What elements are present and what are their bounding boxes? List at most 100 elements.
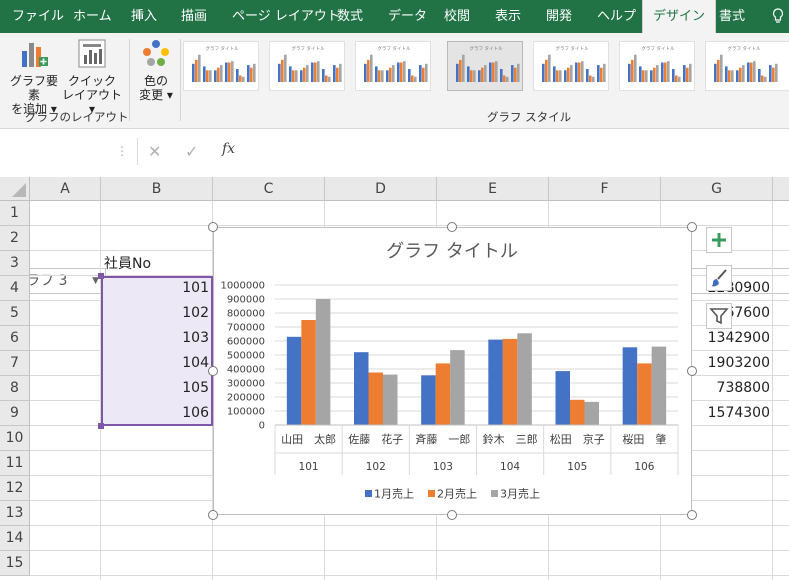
column-header-c[interactable]: C (213, 177, 325, 201)
tab-page-layout[interactable]: ページ レイアウト (232, 0, 340, 33)
chart-bar[interactable] (555, 371, 571, 425)
chart-bar[interactable] (368, 372, 384, 426)
change-colors-button[interactable]: 色の 変更 ▾ (136, 37, 176, 102)
thumb-bar (214, 70, 217, 82)
chart-style-thumbnail[interactable]: グラフ タイトル (183, 41, 259, 91)
chart-style-thumbnail[interactable]: グラフ タイトル (355, 41, 431, 91)
chart-bar[interactable] (584, 401, 600, 425)
column-header-b[interactable]: B (101, 177, 213, 201)
chart-style-thumbnail[interactable]: グラフ タイトル (533, 41, 609, 91)
chart-bar[interactable] (517, 333, 532, 425)
lightbulb-icon[interactable] (772, 8, 784, 24)
chart-bar[interactable] (435, 363, 451, 425)
thumb-bar (678, 76, 681, 82)
thumb-bar (292, 70, 295, 82)
chart-bar[interactable] (315, 299, 331, 425)
chart-bar[interactable] (354, 352, 369, 425)
cell-b6[interactable]: 103 (101, 326, 209, 350)
chart-style-thumbnail[interactable]: グラフ タイトル (269, 41, 345, 91)
resize-handle-bl[interactable] (208, 510, 218, 520)
row-header-8[interactable]: 8 (0, 376, 30, 401)
quick-layout-button[interactable]: クイック レイアウト ▾ (62, 37, 122, 116)
column-header-e[interactable]: E (437, 177, 549, 201)
resize-handle-r[interactable] (687, 366, 697, 376)
chart-bar[interactable] (286, 336, 302, 425)
resize-handle-l[interactable] (208, 366, 218, 376)
tab-formulas[interactable]: 数式 (337, 0, 363, 33)
insert-function-icon[interactable]: fx (222, 141, 235, 157)
row-header-6[interactable]: 6 (0, 326, 30, 351)
chart-bar[interactable] (502, 338, 518, 425)
chart-bar[interactable] (488, 339, 503, 425)
resize-handle-t[interactable] (447, 222, 457, 232)
cell-b4[interactable]: 101 (101, 276, 209, 300)
chart-filters-button[interactable] (706, 303, 732, 329)
column-header-g[interactable]: G (661, 177, 773, 201)
thumb-bar (553, 66, 556, 82)
add-chart-element-button[interactable]: グラフ要素 を追加 ▾ (6, 37, 62, 116)
row-header-15[interactable]: 15 (0, 551, 30, 576)
cell-b5[interactable]: 102 (101, 301, 209, 325)
select-all-button[interactable] (0, 177, 30, 201)
tab-design[interactable]: デザイン (642, 0, 717, 33)
tab-developer[interactable]: 開発 (546, 0, 572, 33)
thumb-bar (481, 67, 484, 82)
cell-b8[interactable]: 105 (101, 376, 209, 400)
chart-bar[interactable] (622, 347, 638, 425)
x-group-label: 101 (299, 461, 319, 473)
column-header-h[interactable] (773, 177, 789, 201)
cancel-icon[interactable]: ✕ (148, 142, 161, 161)
row-header-7[interactable]: 7 (0, 351, 30, 376)
chart-style-thumbnail[interactable]: グラフ タイトル (705, 41, 789, 91)
chart-style-thumbnail[interactable]: グラフ タイトル (447, 41, 523, 91)
chart-elements-button[interactable] (706, 227, 732, 253)
tab-insert[interactable]: 挿入 (131, 0, 157, 33)
tab-home[interactable]: ホーム (73, 0, 112, 33)
row-header-11[interactable]: 11 (0, 451, 30, 476)
chart-bar[interactable] (651, 346, 667, 425)
row-header-5[interactable]: 5 (0, 301, 30, 326)
row-header-4[interactable]: 4 (0, 276, 30, 301)
tab-format[interactable]: 書式 (719, 0, 745, 33)
resize-handle-tl[interactable] (208, 222, 218, 232)
column-header-f[interactable]: F (549, 177, 661, 201)
tab-file[interactable]: ファイル (12, 0, 64, 33)
chart-object[interactable]: グラフ タイトル 0 100000 200000 300000 400000 500000… (213, 227, 692, 515)
column-header-d[interactable]: D (325, 177, 437, 201)
chart-bar[interactable] (383, 374, 398, 425)
cell-b9[interactable]: 106 (101, 401, 209, 425)
enter-icon[interactable]: ✓ (185, 142, 198, 161)
tab-draw[interactable]: 描画 (181, 0, 207, 33)
row-header-3[interactable]: 3 (0, 251, 30, 276)
chart-styles-button[interactable] (706, 265, 732, 291)
chart-style-thumbnail[interactable]: グラフ タイトル (619, 41, 695, 91)
row-header-9[interactable]: 9 (0, 401, 30, 426)
row-header-2[interactable]: 2 (0, 226, 30, 251)
tab-data[interactable]: データ (388, 0, 427, 33)
chart-bar[interactable] (570, 399, 585, 425)
legend-label[interactable]: 3月売上 (500, 488, 540, 501)
chart-bar[interactable] (421, 375, 436, 425)
legend-label[interactable]: 2月売上 (437, 488, 477, 501)
tab-view[interactable]: 表示 (495, 0, 521, 33)
tab-help[interactable]: ヘルプ (597, 0, 636, 33)
chart-bar[interactable] (450, 350, 465, 425)
legend-label[interactable]: 1月売上 (374, 488, 414, 501)
row-header-1[interactable]: 1 (0, 201, 30, 226)
column-header-a[interactable]: A (30, 177, 101, 201)
row-header-12[interactable]: 12 (0, 476, 30, 501)
cell-b3[interactable]: 社員No (104, 252, 151, 276)
chart-title[interactable]: グラフ タイトル (386, 241, 518, 262)
row-header-14[interactable]: 14 (0, 526, 30, 551)
cell-b7[interactable]: 104 (101, 351, 209, 375)
resize-handle-tr[interactable] (687, 222, 697, 232)
resize-handle-b[interactable] (447, 510, 457, 520)
chart-bar[interactable] (301, 320, 316, 425)
thumb-bar (328, 76, 331, 82)
row-header-13[interactable]: 13 (0, 501, 30, 526)
row-header-10[interactable]: 10 (0, 426, 30, 451)
resize-handle-br[interactable] (687, 510, 697, 520)
thumb-bar (511, 65, 514, 82)
chart-bar[interactable] (637, 363, 652, 425)
tab-review[interactable]: 校閲 (444, 0, 470, 33)
